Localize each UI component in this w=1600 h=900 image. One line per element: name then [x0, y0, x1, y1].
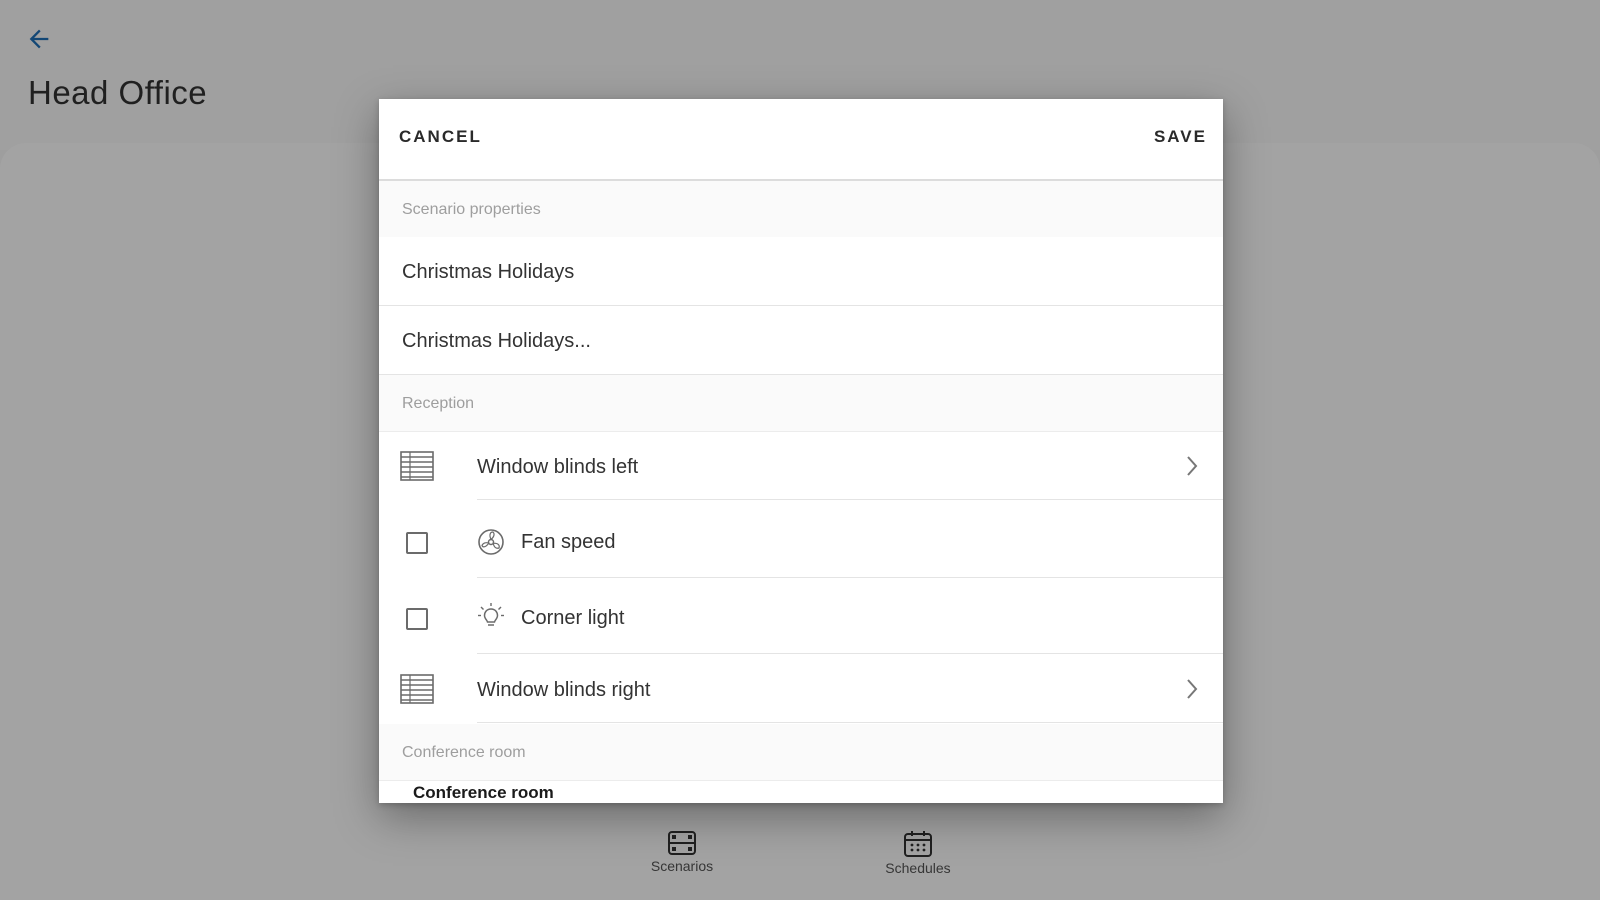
device-row-window-blinds-left[interactable]: Window blinds left	[379, 432, 1223, 500]
device-label: Corner light	[521, 607, 625, 629]
section-header-label: Conference room	[402, 744, 526, 761]
chevron-right-icon	[1187, 456, 1198, 476]
row-divider	[477, 499, 1223, 500]
section-header-label: Reception	[402, 395, 475, 412]
bulb-icon	[478, 603, 504, 626]
scenario-description-value: Christmas Holidays...	[402, 330, 591, 352]
device-label: Fan speed	[521, 531, 616, 553]
cancel-button[interactable]: CANCEL	[399, 127, 482, 147]
device-row-fan-speed[interactable]: Fan speed	[379, 503, 1223, 578]
scenario-name-field[interactable]: Christmas Holidays	[379, 237, 1223, 306]
section-header-conference: Conference room	[379, 724, 1223, 781]
device-label: Window blinds left	[477, 456, 639, 478]
row-divider	[477, 722, 1223, 723]
fan-icon	[478, 529, 504, 555]
blinds-icon	[400, 451, 434, 481]
chevron-right-icon	[1187, 679, 1198, 699]
row-divider	[477, 653, 1223, 654]
dialog-header: CANCEL SAVE	[379, 99, 1223, 181]
row-divider	[477, 577, 1223, 578]
section-header-label: Scenario properties	[402, 201, 541, 218]
save-button[interactable]: SAVE	[1154, 127, 1207, 147]
fan-speed-checkbox[interactable]	[406, 532, 428, 554]
device-row-window-blinds-right[interactable]: Window blinds right	[379, 655, 1223, 723]
section-header-reception: Reception	[379, 375, 1223, 432]
blinds-icon	[400, 674, 434, 704]
scenario-name-value: Christmas Holidays	[402, 261, 575, 283]
corner-light-checkbox[interactable]	[406, 608, 428, 630]
conference-room-peek: Conference room	[379, 783, 1223, 803]
section-header-properties: Scenario properties	[379, 181, 1223, 238]
conference-room-peek-label: Conference room	[413, 783, 554, 802]
edit-scenario-dialog: CANCEL SAVE Scenario properties Christma…	[379, 99, 1223, 803]
device-row-corner-light[interactable]: Corner light	[379, 579, 1223, 654]
scenario-description-field[interactable]: Christmas Holidays...	[379, 306, 1223, 375]
device-label: Window blinds right	[477, 679, 651, 701]
